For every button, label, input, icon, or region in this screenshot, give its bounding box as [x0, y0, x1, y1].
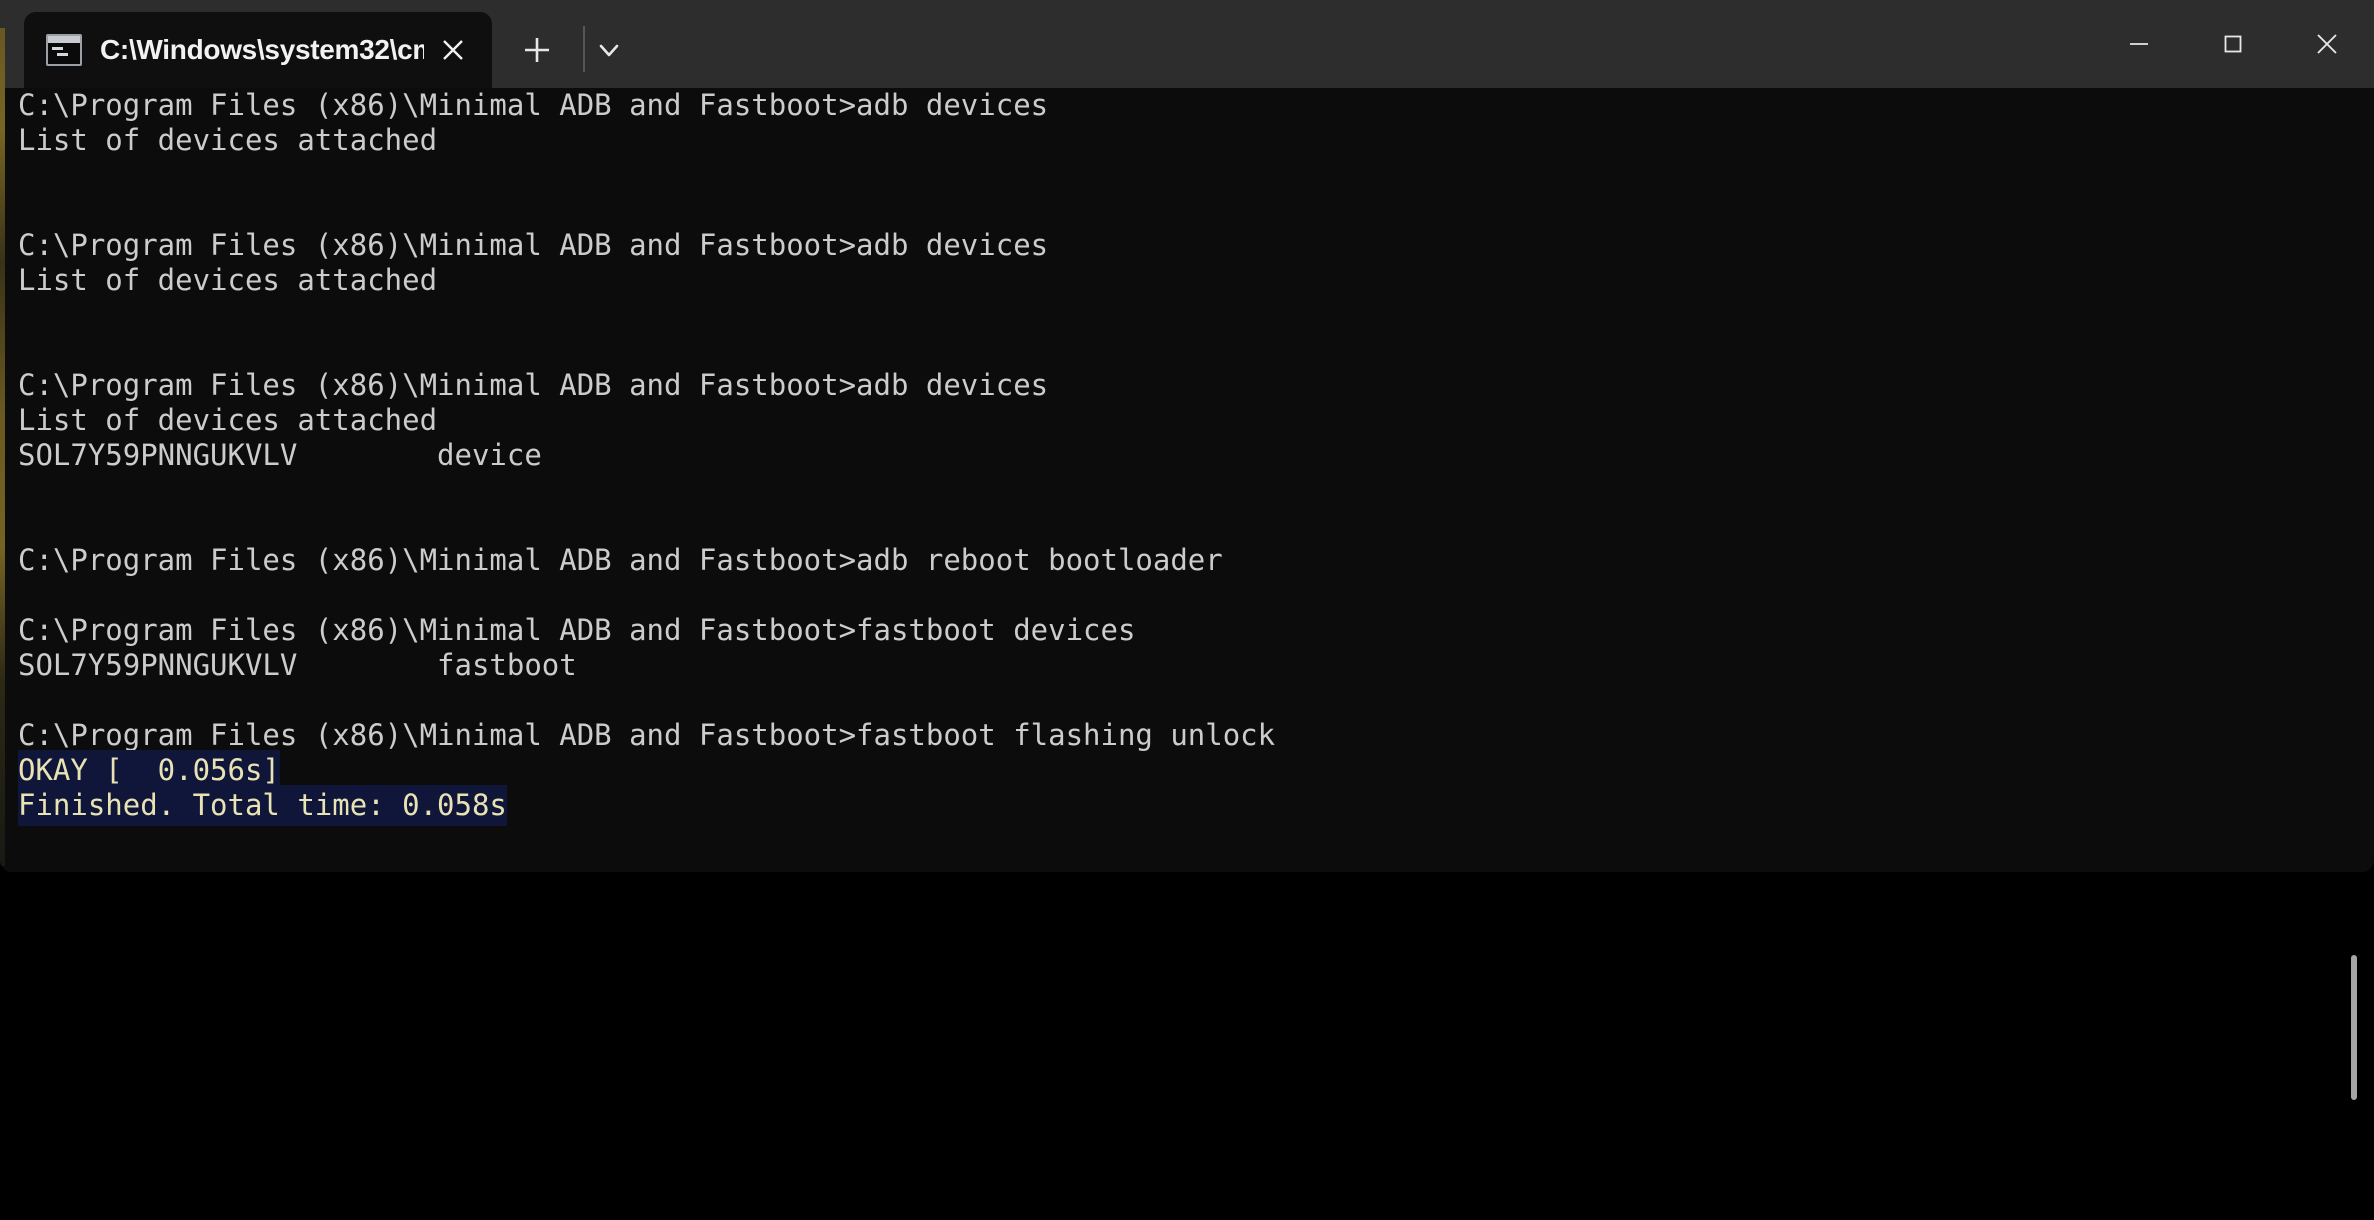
terminal-line: List of devices attached [18, 403, 438, 437]
new-tab-button[interactable] [506, 20, 568, 80]
window-edge-accent [0, 28, 5, 866]
window-close-button[interactable] [2280, 0, 2374, 88]
scrollbar-thumb[interactable] [2351, 955, 2357, 1100]
terminal-output[interactable]: C:\Program Files (x86)\Minimal ADB and F… [18, 88, 2374, 872]
terminal-line: List of devices attached [18, 123, 438, 157]
selected-text: Finished. Total time: 0.058s [18, 785, 507, 826]
terminal-line: List of devices attached [18, 263, 438, 297]
tab-dropdown-button[interactable] [572, 20, 646, 80]
screen-root: C:\Windows\system32\cmd.e: [0, 0, 2374, 1220]
tab-cmd[interactable]: C:\Windows\system32\cmd.e: [24, 12, 492, 88]
terminal-line: C:\Program Files (x86)\Minimal ADB and F… [18, 368, 1049, 402]
terminal-line: C:\Program Files (x86)\Minimal ADB and F… [18, 228, 1049, 262]
terminal-line: SOL7Y59PNNGUKVLV fastboot [18, 648, 577, 682]
window-caption-buttons [2092, 0, 2374, 88]
terminal-window: C:\Windows\system32\cmd.e: [0, 0, 2374, 872]
minimize-button[interactable] [2092, 0, 2186, 88]
desktop-background [0, 872, 2374, 1220]
maximize-button[interactable] [2186, 0, 2280, 88]
cmd-console-icon [46, 34, 82, 66]
tab-strip: C:\Windows\system32\cmd.e: [0, 0, 2374, 88]
terminal-line: C:\Program Files (x86)\Minimal ADB and F… [18, 88, 1049, 122]
terminal-line: OKAY [ 0.056s] [18, 750, 2374, 791]
scrollbar-track[interactable] [2348, 88, 2366, 872]
tab-title: C:\Windows\system32\cmd.e: [100, 34, 424, 65]
terminal-line: C:\Program Files (x86)\Minimal ADB and F… [18, 718, 1276, 752]
terminal-line: SOL7Y59PNNGUKVLV device [18, 438, 542, 472]
terminal-line: C:\Program Files (x86)\Minimal ADB and F… [18, 613, 1136, 647]
terminal-line: Finished. Total time: 0.058s [18, 785, 2374, 826]
terminal-line: C:\Program Files (x86)\Minimal ADB and F… [18, 543, 1223, 577]
terminal-viewport[interactable]: C:\Program Files (x86)\Minimal ADB and F… [0, 88, 2374, 872]
tab-close-icon[interactable] [424, 21, 482, 79]
